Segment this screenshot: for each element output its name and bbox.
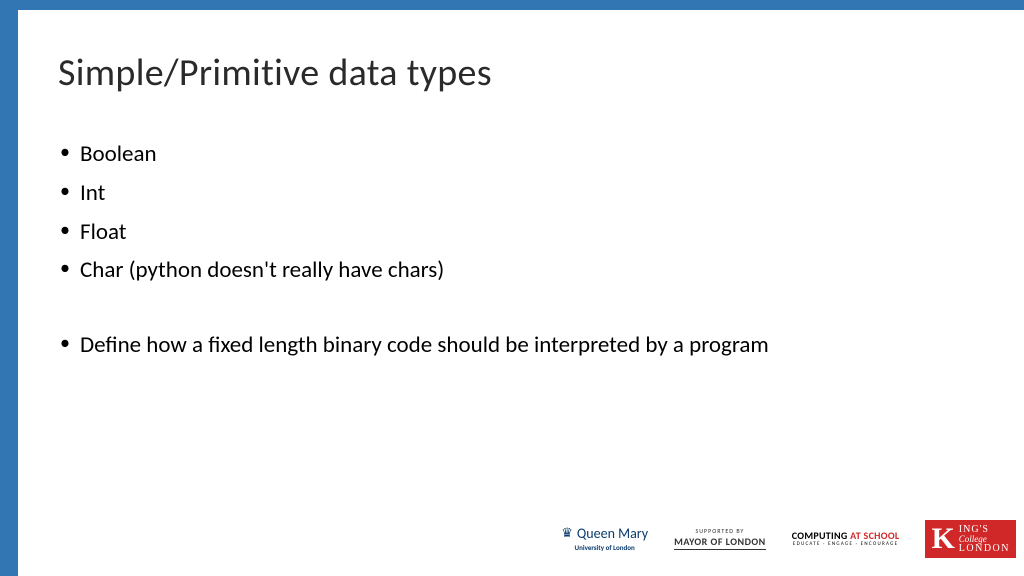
slide-content: Simple/Primitive data types Boolean Int … <box>18 10 1024 576</box>
list-item: Boolean <box>58 136 964 173</box>
slide-border-top <box>0 0 1024 10</box>
mayor-supported: SUPPORTED BY <box>695 528 744 535</box>
kcl-london: LONDON <box>959 544 1010 554</box>
kcl-k: K <box>931 524 954 554</box>
cas-logo: COMPUTING AT SCHOOL EDUCATE · ENGAGE · E… <box>792 530 900 548</box>
cas-text-a: COMPUTING <box>792 529 850 542</box>
list-item: Char (python doesn't really have chars) <box>58 252 964 289</box>
mayor-underline <box>674 549 766 550</box>
bullet-list: Boolean Int Float Char (python doesn't r… <box>58 136 964 289</box>
logo-strip: ♛ Queen Mary University of London SUPPOR… <box>561 520 1016 558</box>
list-item: Float <box>58 214 964 251</box>
slide-border-left <box>0 0 18 576</box>
mayor-logo: SUPPORTED BY MAYOR OF LONDON <box>674 528 766 550</box>
qmul-name: Queen Mary <box>577 526 648 542</box>
crown-icon: ♛ <box>561 527 573 542</box>
kcl-ings: ING'S <box>959 525 1010 535</box>
bullet-list-2: Define how a fixed length binary code sh… <box>58 327 964 364</box>
cas-subtitle: EDUCATE · ENGAGE · ENCOURAGE <box>793 542 898 548</box>
list-item: Define how a fixed length binary code sh… <box>58 327 964 364</box>
list-item: Int <box>58 175 964 212</box>
mayor-name: MAYOR OF LONDON <box>674 536 766 548</box>
cas-text-b: AT SCHOOL <box>850 529 899 542</box>
qmul-subtitle: University of London <box>575 544 635 552</box>
list-spacer <box>58 291 964 327</box>
qmul-logo: ♛ Queen Mary University of London <box>561 526 648 551</box>
slide-title: Simple/Primitive data types <box>58 50 964 96</box>
kcl-logo: K ING'S College LONDON <box>925 520 1016 558</box>
